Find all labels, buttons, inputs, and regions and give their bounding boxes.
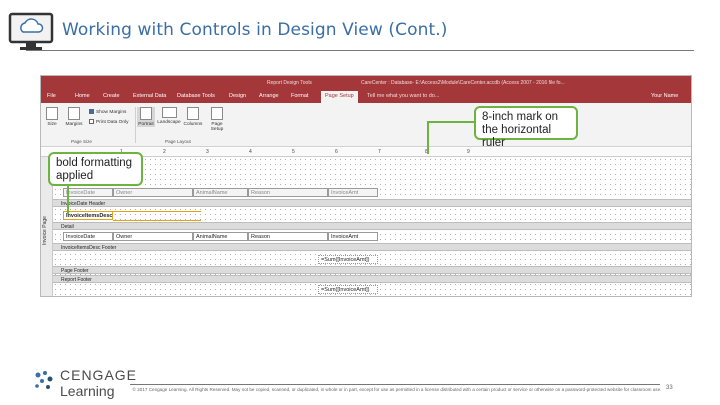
header-label-invoice-date[interactable]: InvoiceDate [63, 188, 113, 197]
tab-page-setup[interactable]: Page Setup [321, 91, 358, 103]
access-screenshot: Report Design Tools CareCenter : Databas… [40, 75, 692, 297]
tab-file[interactable]: File [47, 93, 56, 99]
window-titlebar: Report Design Tools CareCenter : Databas… [41, 76, 691, 90]
callout-bold: bold formatting applied [48, 152, 143, 186]
callout-leader [427, 121, 474, 123]
ruler-number: 2 [163, 149, 166, 155]
cengage-logo: CENGAGE Learning [30, 363, 136, 403]
title-divider [26, 50, 694, 51]
page-setup-icon [211, 107, 223, 120]
window-title: CareCenter : Database- E:\Access2\Module… [361, 80, 565, 86]
columns-icon [187, 107, 199, 120]
landscape-icon [161, 107, 177, 118]
tab-database-tools[interactable]: Database Tools [177, 93, 215, 99]
detail-field-animal-name[interactable]: AnimalName [193, 232, 248, 241]
tab-home[interactable]: Home [75, 93, 90, 99]
selection-line [113, 220, 201, 221]
tab-format[interactable]: Format [291, 93, 308, 99]
callout-leader [427, 121, 429, 154]
ribbon-tabs: File Home Create External Data Database … [41, 90, 691, 103]
ruler-number: 9 [467, 149, 470, 155]
tab-external-data[interactable]: External Data [133, 93, 166, 99]
footer-divider [130, 384, 660, 385]
callout-ruler-mark: 8-inch mark on the horizontal ruler [474, 106, 578, 149]
sum-invoice-amt-group[interactable]: =Sum([InvoiceAmt]) [318, 255, 378, 264]
detail-field-owner[interactable]: Owner [113, 232, 193, 241]
section-label: Invoice Page [42, 216, 48, 245]
checkbox-checked-icon [89, 109, 94, 114]
group-label-page-size: Page Size [71, 139, 92, 144]
ruler-number: 7 [378, 149, 381, 155]
tab-arrange[interactable]: Arrange [259, 93, 279, 99]
copyright-notice: © 2017 Cengage Learning. All Rights Rese… [132, 387, 662, 392]
slide: Working with Controls in Design View (Co… [0, 0, 720, 405]
page-number: 33 [666, 385, 673, 391]
logo-text-learning: Learning [60, 383, 115, 399]
context-tab-label: Report Design Tools [267, 80, 312, 86]
band-detail[interactable]: Detail [53, 222, 691, 230]
size-button[interactable]: Size [45, 107, 59, 127]
header-label-invoice-amt[interactable]: InvoiceAmt [328, 188, 378, 197]
cengage-mark-icon [35, 371, 53, 389]
callout-leader [67, 186, 69, 214]
detail-field-invoice-date[interactable]: InvoiceDate [63, 232, 113, 241]
ruler-number: 5 [292, 149, 295, 155]
page-setup-button[interactable]: Page Setup [207, 107, 227, 132]
sum-invoice-amt-report[interactable]: =Sum([InvoiceAmt]) [318, 285, 378, 294]
group-separator [135, 107, 136, 143]
slide-title: Working with Controls in Design View (Co… [62, 20, 448, 40]
tell-me-box[interactable]: Tell me what you want to do... [367, 93, 439, 99]
header-label-owner[interactable]: Owner [113, 188, 193, 197]
group-field-invoice-items-desc[interactable]: InvoiceItemsDesc [63, 211, 113, 220]
report-design-canvas[interactable]: InvoiceDate Owner AnimalName Reason Invo… [53, 157, 691, 296]
cloud-monitor-icon [8, 12, 54, 50]
ruler-number: 6 [335, 149, 338, 155]
landscape-button[interactable]: Landscape [157, 107, 181, 125]
logo-text-cengage: CENGAGE [60, 367, 138, 383]
checkbox-empty-icon [89, 119, 94, 124]
tab-design[interactable]: Design [229, 93, 246, 99]
tab-create[interactable]: Create [103, 93, 120, 99]
header-label-reason[interactable]: Reason [248, 188, 328, 197]
print-data-only-checkbox[interactable]: Print Data Only [89, 119, 129, 125]
ruler-number: 4 [249, 149, 252, 155]
portrait-icon [140, 107, 152, 120]
header-label-animal-name[interactable]: AnimalName [193, 188, 248, 197]
detail-field-reason[interactable]: Reason [248, 232, 328, 241]
show-margins-checkbox[interactable]: Show Margins [89, 109, 126, 115]
ribbon: Size Margins Show Margins Print Data Onl… [41, 103, 691, 147]
band-invoice-date-header[interactable]: InvoiceDate Header [53, 199, 691, 207]
margins-icon [68, 107, 80, 120]
ruler-number: 3 [206, 149, 209, 155]
margins-button[interactable]: Margins [63, 107, 85, 127]
user-name[interactable]: Your Name [651, 93, 678, 99]
page-size-icon [46, 107, 58, 120]
band-page-footer[interactable]: Page Footer [53, 266, 691, 274]
columns-button[interactable]: Columns [183, 107, 203, 127]
band-report-footer[interactable]: Report Footer [53, 275, 691, 283]
portrait-button[interactable]: Portrait [137, 107, 155, 127]
selection-line [113, 211, 201, 212]
group-label-page-layout: Page Layout [165, 139, 191, 144]
band-invoice-items-footer[interactable]: InvoiceItemsDesc Footer [53, 243, 691, 251]
detail-field-invoice-amt[interactable]: InvoiceAmt [328, 232, 378, 241]
